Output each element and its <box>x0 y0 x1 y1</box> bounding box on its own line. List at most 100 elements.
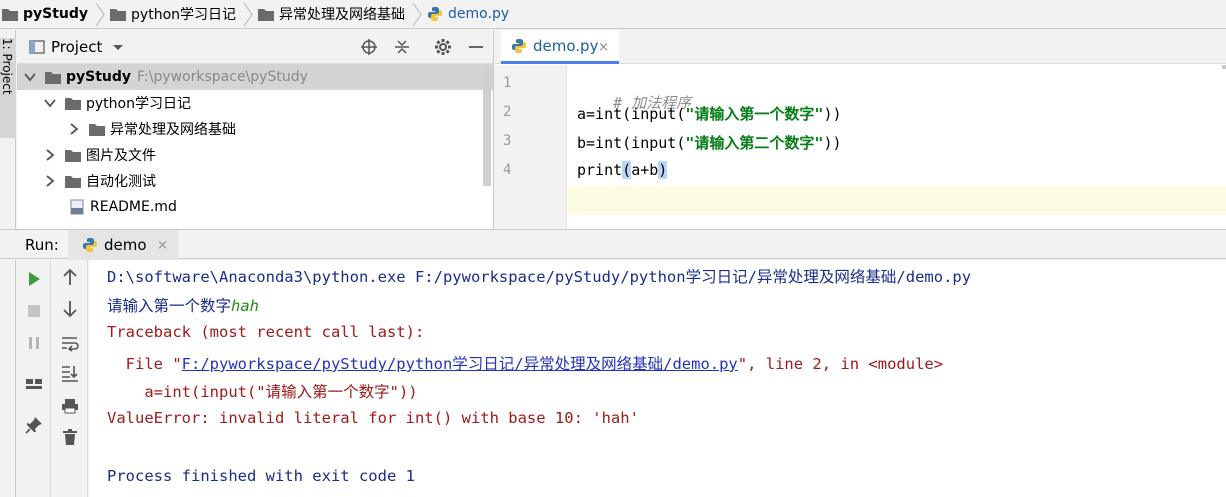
tab-label: demo.py <box>533 36 599 55</box>
folder-icon <box>258 8 275 21</box>
code-text: )) <box>823 105 842 123</box>
tree-item-label: 异常处理及网络基础 <box>110 122 236 138</box>
arrow-up-icon[interactable] <box>61 268 79 286</box>
console-file-link[interactable]: F:/pyworkspace/pyStudy/python学习日记/异常处理及网… <box>182 355 738 373</box>
trash-icon[interactable] <box>61 428 79 446</box>
console-code-line: a=int(input("请输入第一个数字")) <box>107 383 418 401</box>
rerun-icon[interactable] <box>25 270 43 288</box>
tree-item-label: python学习日记 <box>86 96 191 112</box>
console-prompt-line: 请输入第一个数字hah <box>107 294 259 316</box>
breadcrumb-root-label: pyStudy <box>23 6 89 22</box>
close-icon[interactable]: × <box>157 238 168 253</box>
breadcrumb-file-label: demo.py <box>448 6 510 22</box>
code-line-2[interactable]: a=int(input("请输入第一个数字")) <box>577 103 842 124</box>
pin-icon[interactable] <box>25 416 43 434</box>
code-text: a=int(input( <box>577 105 686 123</box>
scroll-to-end-icon[interactable] <box>61 364 79 382</box>
chevron-right-icon[interactable] <box>43 174 57 188</box>
line-number: 4 <box>503 162 512 178</box>
matched-paren: ( <box>622 161 632 179</box>
minimize-icon[interactable] <box>467 38 485 56</box>
line-number-gutter: 1 2 3 4 <box>495 65 567 229</box>
code-text: b=int(input( <box>577 134 686 152</box>
breadcrumb-folder1-label: python学习日记 <box>131 7 237 23</box>
soft-wrap-icon[interactable] <box>61 334 79 352</box>
run-tool-bar: Run: demo × <box>0 229 1226 260</box>
layout-icon[interactable] <box>25 375 43 393</box>
project-tool-window-button[interactable]: 1: Project <box>0 38 16 138</box>
line-number: 3 <box>503 133 512 149</box>
console-file-post: ", line 2, in <module> <box>737 355 944 373</box>
run-tab-label: demo <box>104 236 147 254</box>
code-text: )) <box>823 134 842 152</box>
chevron-right-icon[interactable] <box>67 122 81 136</box>
arrow-down-icon[interactable] <box>61 300 79 318</box>
console-prompt: 请输入第一个数字 <box>107 297 232 315</box>
tree-root-path: F:\pyworkspace\pyStudy <box>137 69 308 85</box>
breadcrumb-folder2[interactable]: 异常处理及网络基础 <box>258 0 427 29</box>
breadcrumb-folder2-label: 异常处理及网络基础 <box>279 7 406 23</box>
collapse-all-icon[interactable] <box>393 38 411 56</box>
folder-icon <box>110 8 127 21</box>
locate-icon[interactable] <box>360 38 378 56</box>
breadcrumb-root[interactable]: pyStudy <box>2 0 110 29</box>
console-output[interactable]: D:\software\Anaconda3\python.exe F:/pywo… <box>89 260 1226 497</box>
tab-demo-py[interactable]: demo.py × <box>501 30 619 64</box>
tree-item-label: 图片及文件 <box>86 148 156 164</box>
close-icon[interactable]: × <box>598 40 609 55</box>
folder-icon <box>2 8 18 21</box>
console-finished-line: Process finished with exit code 1 <box>107 467 415 485</box>
stop-icon[interactable] <box>25 302 43 320</box>
editor-tab-bar: demo.py × <box>495 30 1226 64</box>
console-user-input: hah <box>231 297 260 315</box>
code-string: "请输入第二个数字" <box>685 134 824 152</box>
code-string: "请输入第一个数字" <box>685 105 824 123</box>
project-tool-window-label: 1: Project <box>0 38 14 95</box>
dropdown-arrow-icon[interactable] <box>112 41 124 53</box>
code-line-3[interactable]: b=int(input("请输入第二个数字")) <box>577 132 842 153</box>
tree-item-label: 自动化测试 <box>86 174 156 190</box>
chevron-right-icon <box>243 2 253 26</box>
tree-item[interactable]: 异常处理及网络基础 <box>17 116 493 142</box>
run-label: Run: <box>25 236 59 254</box>
code-line-4[interactable]: print(a+b) <box>577 161 668 179</box>
run-tools-secondary <box>52 260 88 497</box>
left-tool-strip: 1: Project <box>0 30 16 229</box>
project-panel-header: Project <box>17 30 493 64</box>
print-icon[interactable] <box>61 397 79 415</box>
project-panel: Project pyStudy F:\pyworkspace\pyStudy p… <box>17 30 494 229</box>
code-editor: demo.py × 1 2 3 4 # 加法程序 a=int(input("请输… <box>495 30 1226 229</box>
console-traceback: Traceback (most recent call last): <box>107 323 425 341</box>
editor-scroll-marker <box>1222 65 1226 69</box>
tree-item-root[interactable]: pyStudy F:\pyworkspace\pyStudy <box>17 64 493 90</box>
project-scrollbar[interactable] <box>483 66 491 186</box>
breadcrumb: pyStudy python学习日记 异常处理及网络基础 demo.py <box>0 0 1226 29</box>
chevron-down-icon[interactable] <box>43 96 57 110</box>
tree-item[interactable]: README.md <box>17 194 493 220</box>
breadcrumb-file[interactable]: demo.py <box>427 0 509 29</box>
current-line-highlight <box>568 186 1226 215</box>
python-file-icon <box>512 38 526 53</box>
chevron-right-icon <box>95 2 105 26</box>
folder-icon <box>65 175 81 188</box>
python-file-icon <box>428 7 443 21</box>
code-text: print <box>577 161 623 179</box>
chevron-right-icon[interactable] <box>43 148 57 162</box>
folder-icon <box>65 149 81 162</box>
chevron-down-icon[interactable] <box>23 70 37 84</box>
tree-item[interactable]: 图片及文件 <box>17 142 493 168</box>
pause-icon[interactable] <box>25 334 43 352</box>
console-command-line: D:\software\Anaconda3\python.exe F:/pywo… <box>107 268 972 286</box>
line-number: 2 <box>503 104 512 120</box>
markdown-file-icon <box>70 199 84 215</box>
tree-item[interactable]: python学习日记 <box>17 90 493 116</box>
project-panel-title[interactable]: Project <box>51 38 102 56</box>
chevron-right-icon <box>412 2 422 26</box>
tree-item-label: README.md <box>90 199 177 215</box>
console-file-line: File "F:/pyworkspace/pyStudy/python学习日记/… <box>107 352 943 374</box>
breadcrumb-folder1[interactable]: python学习日记 <box>110 0 258 29</box>
folder-icon <box>89 123 105 136</box>
run-tab-demo[interactable]: demo × <box>68 230 178 260</box>
gear-icon[interactable] <box>434 38 452 56</box>
tree-item[interactable]: 自动化测试 <box>17 168 493 194</box>
